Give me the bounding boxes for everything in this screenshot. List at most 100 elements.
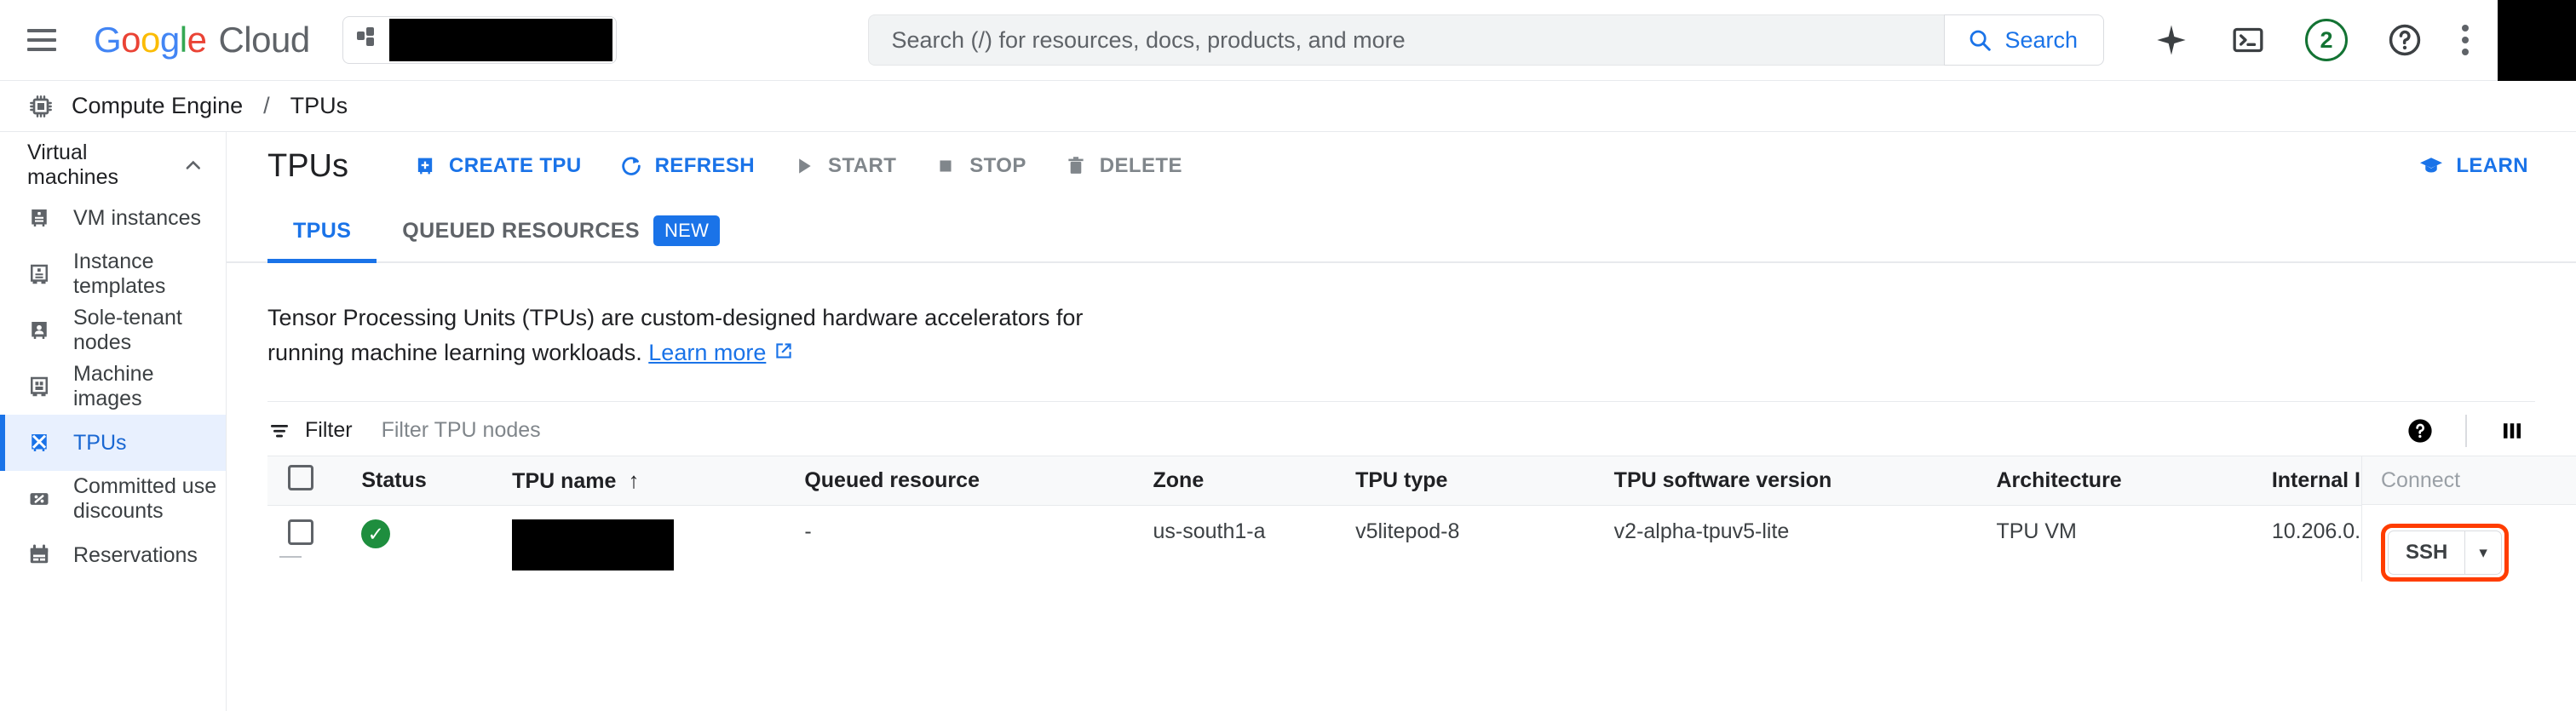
page-body: Virtual machines VM instances Instance t… — [0, 132, 2576, 711]
page-title: TPUs — [267, 148, 348, 185]
column-header-tpu-name[interactable]: TPU name ↑ — [503, 456, 796, 506]
delete-button[interactable]: DELETE — [1045, 142, 1201, 190]
sidebar-item-label: Sole-tenant nodes — [73, 306, 226, 355]
google-cloud-logo[interactable]: G o o g l e Cloud — [94, 20, 310, 60]
sidebar-section-label: Virtual machines — [27, 140, 181, 190]
column-header-architecture[interactable]: Architecture — [1987, 456, 2263, 506]
breadcrumb-page: TPUs — [290, 93, 348, 119]
tabs: TPUS QUEUED RESOURCES NEW — [227, 200, 2576, 263]
filter-bar: Filter Filter TPU nodes — [267, 401, 2535, 456]
cell-tpu-name — [503, 506, 796, 588]
tab-queued-resources[interactable]: QUEUED RESOURCES NEW — [377, 200, 745, 261]
help-filled-icon[interactable] — [2397, 408, 2443, 454]
sidebar: Virtual machines VM instances Instance t… — [0, 132, 227, 711]
column-header-zone[interactable]: Zone — [1145, 456, 1348, 506]
start-label: START — [828, 154, 896, 178]
status-ok-icon: ✓ — [361, 519, 390, 548]
ssh-button[interactable]: SSH ▾ — [2388, 530, 2502, 575]
chevron-up-icon — [181, 153, 205, 177]
page-toolbar: TPUs CREATE TPU REFRESH START — [227, 132, 2576, 200]
sidebar-item-label: Reservations — [73, 543, 198, 568]
filter-input[interactable]: Filter TPU nodes — [382, 418, 541, 443]
start-button[interactable]: START — [773, 142, 915, 190]
filter-label: Filter — [305, 418, 353, 443]
hamburger-menu-icon[interactable] — [22, 20, 61, 60]
learn-more-link[interactable]: Learn more — [648, 340, 766, 365]
column-header-tpu-type[interactable]: TPU type — [1347, 456, 1606, 506]
project-selector[interactable] — [342, 16, 617, 64]
create-tpu-icon — [413, 154, 437, 178]
filter-button[interactable]: Filter — [267, 418, 353, 443]
learn-button[interactable]: LEARN — [2400, 142, 2547, 190]
refresh-label: REFRESH — [655, 154, 755, 178]
tpus-icon — [26, 429, 53, 456]
sort-ascending-icon: ↑ — [628, 467, 639, 493]
select-all-checkbox[interactable] — [288, 465, 313, 490]
tpu-table-wrapper: Status TPU name ↑ Queued resource Zone TP… — [267, 456, 2576, 588]
external-link-icon — [773, 337, 795, 372]
chevron-down-icon[interactable]: ▾ — [2465, 543, 2501, 563]
select-all-header — [267, 456, 353, 506]
logo-letter: l — [180, 20, 187, 60]
project-name-redacted — [389, 19, 612, 61]
project-icon — [355, 27, 381, 53]
cell-queued-resource: - — [796, 506, 1144, 588]
main-content: TPUs CREATE TPU REFRESH START — [227, 132, 2576, 711]
play-icon — [792, 154, 816, 178]
column-display-options-icon[interactable] — [2489, 408, 2535, 454]
filter-icon — [267, 419, 291, 443]
breadcrumb: Compute Engine / TPUs — [0, 81, 2576, 132]
sidebar-item-machine-images[interactable]: Machine images — [0, 358, 226, 415]
tpu-table: Status TPU name ↑ Queued resource Zone TP… — [267, 456, 2576, 588]
column-header-tpu-software-version[interactable]: TPU software version — [1606, 456, 1988, 506]
search-area: Search (/) for resources, docs, products… — [868, 14, 2104, 66]
tpu-name-redacted[interactable] — [512, 519, 674, 571]
column-header-status[interactable]: Status — [353, 456, 503, 506]
connect-column: Connect SSH ▾ — [2361, 456, 2576, 582]
breadcrumb-product[interactable]: Compute Engine — [72, 93, 243, 119]
column-header-queued-resource[interactable]: Queued resource — [796, 456, 1144, 506]
notifications-badge[interactable]: 2 — [2305, 19, 2348, 61]
logo-letter: g — [160, 20, 180, 60]
top-bar-icons: 2 — [2152, 19, 2469, 61]
help-icon[interactable] — [2385, 20, 2424, 60]
refresh-button[interactable]: REFRESH — [601, 142, 773, 190]
stop-icon — [934, 154, 957, 178]
search-button[interactable]: Search — [1944, 14, 2104, 66]
sidebar-item-instance-templates[interactable]: Instance templates — [0, 246, 226, 302]
compute-engine-icon — [27, 93, 55, 120]
row-checkbox[interactable] — [288, 519, 313, 545]
trash-icon — [1064, 154, 1088, 178]
logo-letter: e — [187, 20, 207, 60]
more-options-icon[interactable] — [2462, 25, 2469, 55]
sidebar-item-vm-instances[interactable]: VM instances — [0, 190, 226, 246]
table-row[interactable]: ✓ - us-south1-a v5litepod-8 v2-alpha-tpu… — [267, 506, 2576, 588]
gemini-sparkle-icon[interactable] — [2152, 20, 2191, 60]
avatar[interactable] — [2498, 0, 2576, 81]
sidebar-item-label: VM instances — [73, 206, 201, 231]
sidebar-item-committed-use-discounts[interactable]: Committed use discounts — [0, 471, 226, 527]
cloud-shell-icon[interactable] — [2228, 20, 2268, 60]
sidebar-item-tpus[interactable]: TPUs — [0, 415, 226, 471]
percent-icon — [26, 485, 53, 513]
tab-tpus[interactable]: TPUS — [267, 200, 377, 261]
sidebar-item-reservations[interactable]: Reservations — [0, 527, 226, 583]
sole-tenant-nodes-icon — [26, 317, 53, 344]
sidebar-item-label: Machine images — [73, 362, 226, 411]
column-header-label: TPU name — [512, 469, 616, 493]
search-input[interactable]: Search (/) for resources, docs, products… — [868, 14, 1944, 66]
delete-label: DELETE — [1100, 154, 1182, 178]
vm-instances-icon — [26, 204, 53, 232]
top-app-bar: G o o g l e Cloud Search (/) for resourc… — [0, 0, 2576, 81]
page-description: Tensor Processing Units (TPUs) are custo… — [227, 263, 1164, 372]
sidebar-item-sole-tenant-nodes[interactable]: Sole-tenant nodes — [0, 302, 226, 358]
tab-label: QUEUED RESOURCES — [402, 219, 640, 244]
cell-status: ✓ — [353, 506, 503, 588]
sidebar-section-virtual-machines[interactable]: Virtual machines — [0, 140, 226, 190]
calendar-icon — [26, 542, 53, 569]
ssh-button-label: SSH — [2389, 541, 2464, 565]
create-tpu-button[interactable]: CREATE TPU — [394, 142, 601, 190]
row-expand-indicator — [279, 556, 302, 558]
stop-button[interactable]: STOP — [915, 142, 1045, 190]
machine-images-icon — [26, 373, 53, 400]
